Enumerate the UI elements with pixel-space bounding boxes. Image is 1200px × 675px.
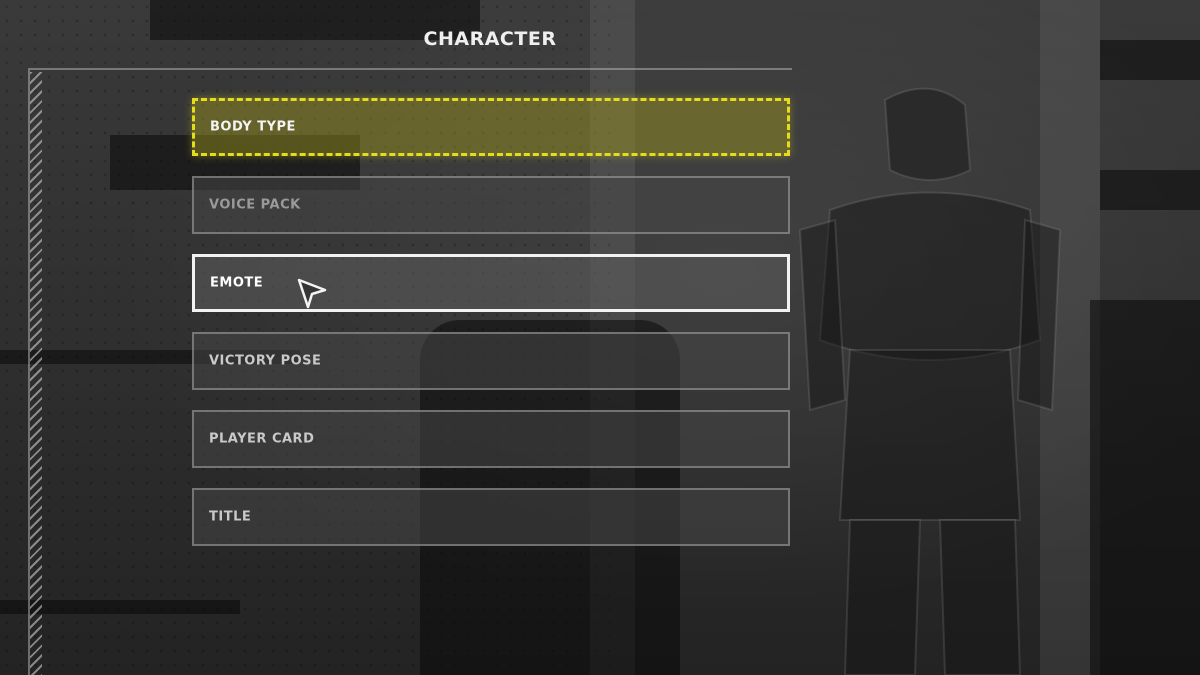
menu-item-voice-pack[interactable]: VOICE PACK — [192, 176, 790, 234]
menu-item-label: BODY TYPE — [210, 119, 296, 135]
menu-item-body-type[interactable]: BODY TYPE — [192, 98, 790, 156]
menu-item-victory-pose[interactable]: VICTORY POSE — [192, 332, 790, 390]
pointer-arrow-icon — [297, 278, 327, 309]
menu-item-player-card[interactable]: PLAYER CARD — [192, 410, 790, 468]
menu-item-label: TITLE — [209, 509, 252, 525]
menu-item-title[interactable]: TITLE — [192, 488, 790, 546]
background-cabinet — [1090, 300, 1200, 675]
menu-item-label: VOICE PACK — [209, 197, 301, 213]
background-rack — [1100, 40, 1200, 80]
page-title: CHARACTER — [423, 28, 557, 50]
menu-item-label: VICTORY POSE — [209, 353, 322, 369]
panel-hatch-decoration — [30, 72, 42, 675]
background-rack — [1100, 170, 1200, 210]
menu-item-label: PLAYER CARD — [209, 431, 315, 447]
menu-item-emote[interactable]: EMOTE — [192, 254, 790, 312]
game-screen: CHARACTER BODY TYPE VOICE PACK EMOTE VIC… — [0, 0, 1200, 675]
character-armor-silhouette — [798, 87, 1062, 675]
menu-item-label: EMOTE — [210, 275, 264, 291]
